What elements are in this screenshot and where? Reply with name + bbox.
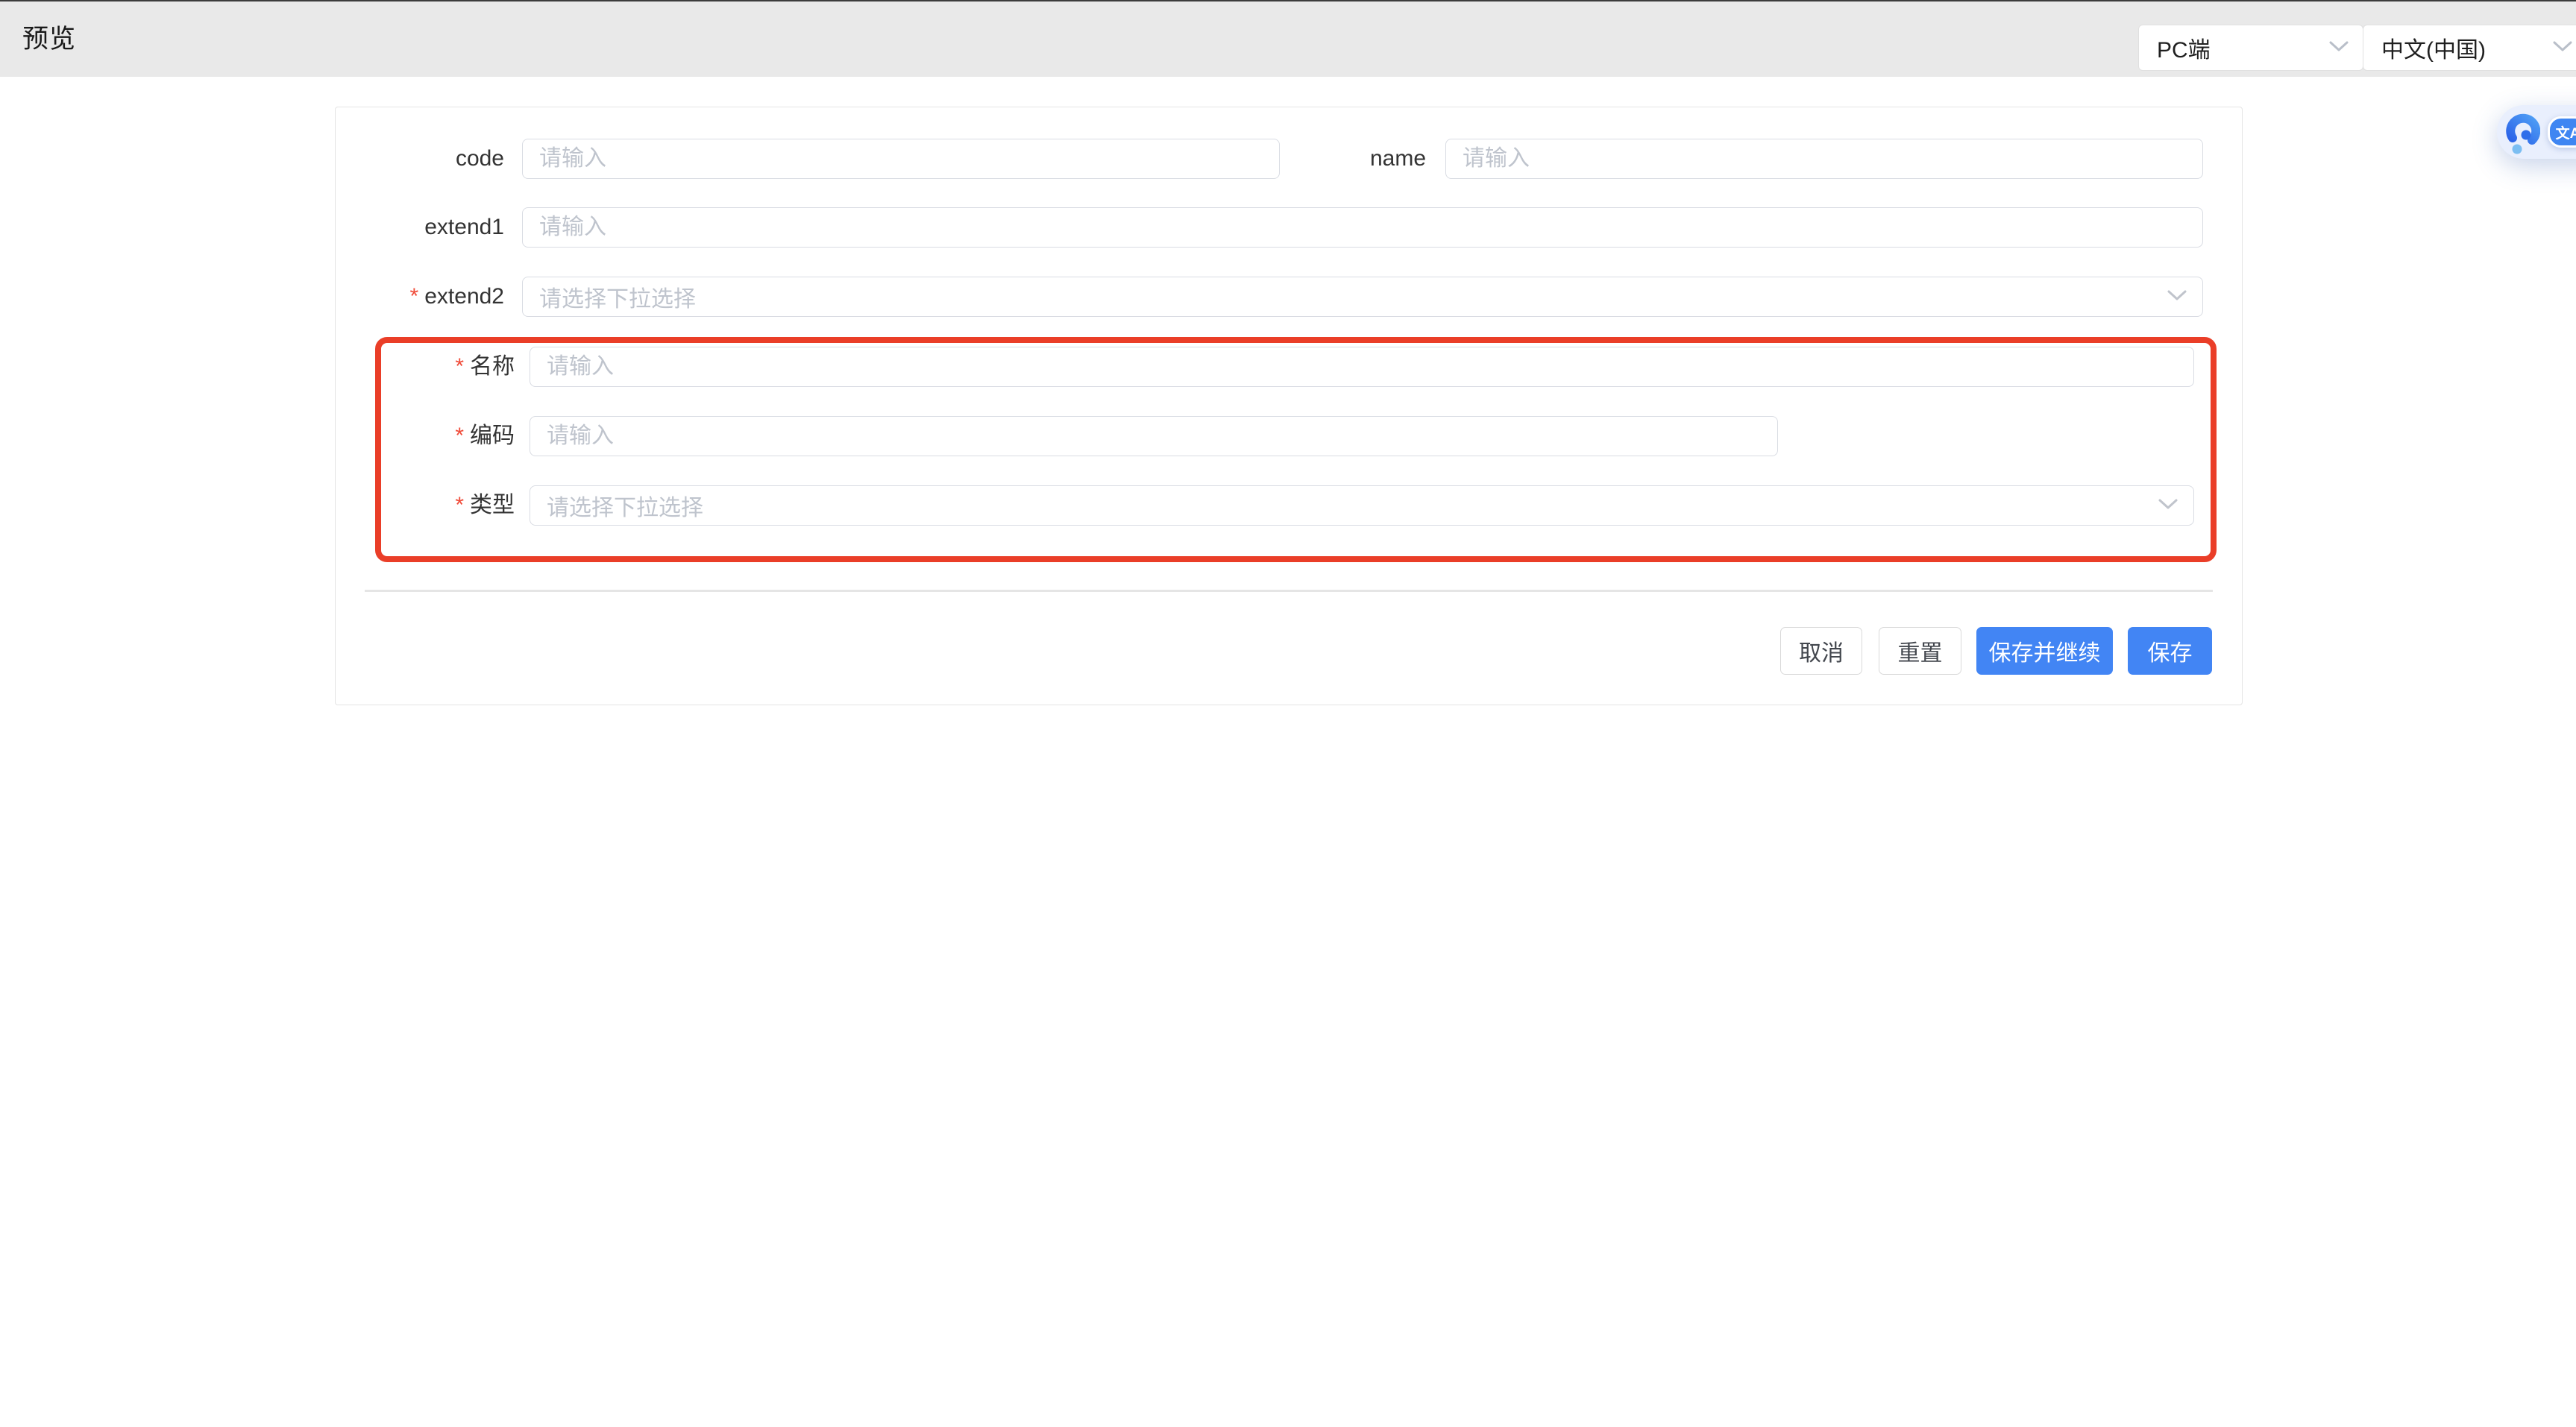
extend2-select[interactable]: 请选择下拉选择 — [522, 277, 2203, 317]
device-select[interactable]: PC端 — [2138, 25, 2363, 71]
extend1-input[interactable] — [522, 207, 2203, 248]
reset-button[interactable]: 重置 — [1879, 627, 1961, 675]
code-input[interactable] — [522, 139, 1280, 179]
chevron-down-icon — [2167, 289, 2187, 305]
device-select-value: PC端 — [2157, 31, 2211, 64]
leixing-select[interactable]: 请选择下拉选择 — [530, 485, 2194, 526]
header-bar: 预览 PC端 中文(中国) — [0, 1, 2576, 77]
chevron-down-icon — [2158, 498, 2178, 514]
save-and-continue-button[interactable]: 保存并继续 — [1976, 627, 2113, 675]
required-asterisk: * — [455, 354, 464, 379]
field-label-bianma: *编码 — [343, 416, 515, 456]
name-input[interactable] — [1445, 139, 2203, 179]
field-label-extend2: *extend2 — [335, 277, 504, 317]
locale-select[interactable]: 中文(中国) — [2363, 25, 2576, 71]
bianma-input[interactable] — [530, 416, 1778, 456]
chevron-down-icon — [2552, 40, 2573, 56]
field-label-mingcheng: *名称 — [343, 347, 515, 387]
field-label-leixing: *类型 — [343, 485, 515, 526]
required-asterisk: * — [455, 493, 464, 517]
floating-widget-pill: 文A — [2497, 105, 2576, 159]
field-label-extend1: extend1 — [335, 207, 504, 248]
required-asterisk: * — [455, 423, 464, 448]
mingcheng-input[interactable] — [530, 347, 2194, 387]
cancel-button[interactable]: 取消 — [1780, 627, 1862, 675]
locale-select-value: 中文(中国) — [2381, 31, 2486, 64]
page-title: 预览 — [22, 1, 76, 77]
field-label-name: name — [1257, 139, 1426, 179]
assistant-logo-icon[interactable] — [2506, 110, 2540, 154]
extend2-select-placeholder: 请选择下拉选择 — [539, 280, 696, 313]
leixing-select-placeholder: 请选择下拉选择 — [547, 489, 703, 522]
save-button[interactable]: 保存 — [2128, 627, 2212, 675]
footer-divider — [365, 590, 2213, 592]
translate-icon[interactable]: 文A — [2548, 116, 2576, 148]
chevron-down-icon — [2328, 40, 2349, 56]
required-asterisk: * — [410, 284, 419, 309]
field-label-code: code — [335, 139, 504, 179]
